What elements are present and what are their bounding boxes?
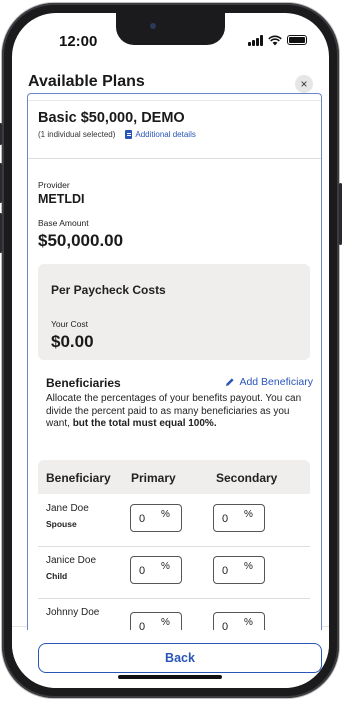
your-cost-value: $0.00 — [51, 332, 94, 351]
plan-title: Basic $50,000, DEMO — [38, 110, 185, 126]
percent-sign: % — [244, 617, 253, 628]
card-top-divider — [28, 94, 321, 101]
status-time: 12:00 — [59, 33, 98, 50]
status-icons — [248, 33, 307, 47]
wifi-icon — [268, 35, 282, 45]
signal-icon — [248, 34, 263, 46]
table-row: Jane Doe Spouse 0 % 0 % — [38, 494, 310, 547]
primary-percent-input[interactable]: 0 % — [130, 612, 182, 630]
volume-down-button — [0, 213, 2, 253]
battery-icon — [287, 35, 307, 45]
mute-switch — [0, 123, 2, 145]
percent-sign: % — [161, 509, 170, 520]
selected-count: (1 individual selected) — [38, 130, 116, 139]
additional-details-label: Additional details — [135, 130, 196, 139]
primary-percent-value: 0 — [139, 513, 146, 525]
base-amount-label: Base Amount — [38, 218, 89, 228]
provider-label: Provider — [38, 180, 70, 190]
column-header-secondary: Secondary — [216, 471, 278, 485]
notch — [116, 13, 225, 45]
provider-value: METLDI — [38, 192, 85, 206]
your-cost-label: Your Cost — [51, 319, 89, 329]
beneficiary-relation: Child — [46, 571, 68, 581]
table-row: Johnny Doe 0 % 0 % — [38, 598, 310, 630]
plan-subtitle: (1 individual selected) Additional detai… — [38, 130, 196, 139]
percent-sign: % — [161, 617, 170, 628]
divider — [28, 158, 321, 159]
beneficiary-table-header: Beneficiary Primary Secondary — [38, 460, 310, 494]
back-button[interactable]: Back — [38, 643, 322, 673]
beneficiary-relation: Spouse — [46, 519, 77, 529]
beneficiaries-description-emphasis: but the total must equal 100%. — [72, 418, 217, 429]
pencil-icon — [226, 378, 235, 386]
close-icon: × — [300, 77, 308, 91]
beneficiary-name: Jane Doe — [46, 503, 89, 514]
volume-up-button — [0, 163, 2, 203]
beneficiaries-title: Beneficiaries — [46, 376, 121, 390]
secondary-percent-value: 0 — [222, 565, 229, 577]
costs-title: Per Paycheck Costs — [51, 283, 166, 297]
home-indicator[interactable] — [118, 675, 222, 679]
primary-percent-input[interactable]: 0 % — [130, 556, 182, 584]
close-button[interactable]: × — [295, 75, 313, 93]
percent-sign: % — [161, 561, 170, 572]
column-header-beneficiary: Beneficiary — [46, 471, 111, 485]
beneficiaries-description: Allocate the percentages of your benefit… — [46, 393, 310, 431]
page-title: Available Plans — [28, 73, 145, 90]
plan-card: Basic $50,000, DEMO (1 individual select… — [27, 93, 322, 630]
percent-sign: % — [244, 561, 253, 572]
document-icon — [125, 130, 133, 139]
secondary-percent-input[interactable]: 0 % — [213, 504, 265, 532]
table-row: Janice Doe Child 0 % 0 % — [38, 546, 310, 599]
camera-dot — [150, 23, 156, 29]
column-header-primary: Primary — [131, 471, 176, 485]
additional-details-link[interactable]: Additional details — [125, 130, 196, 139]
percent-sign: % — [244, 509, 253, 520]
power-button — [339, 183, 342, 245]
base-amount-value: $50,000.00 — [38, 231, 124, 250]
secondary-percent-input[interactable]: 0 % — [213, 612, 265, 630]
beneficiary-name: Johnny Doe — [46, 607, 100, 618]
primary-percent-value: 0 — [139, 565, 146, 577]
secondary-percent-value: 0 — [222, 621, 229, 630]
add-beneficiary-label: Add Beneficiary — [239, 376, 313, 388]
primary-percent-value: 0 — [139, 621, 146, 630]
beneficiary-name: Janice Doe — [46, 555, 97, 566]
secondary-percent-input[interactable]: 0 % — [213, 556, 265, 584]
primary-percent-input[interactable]: 0 % — [130, 504, 182, 532]
per-paycheck-costs-panel: Per Paycheck Costs Your Cost $0.00 — [38, 264, 310, 360]
secondary-percent-value: 0 — [222, 513, 229, 525]
add-beneficiary-button[interactable]: Add Beneficiary — [225, 376, 313, 388]
